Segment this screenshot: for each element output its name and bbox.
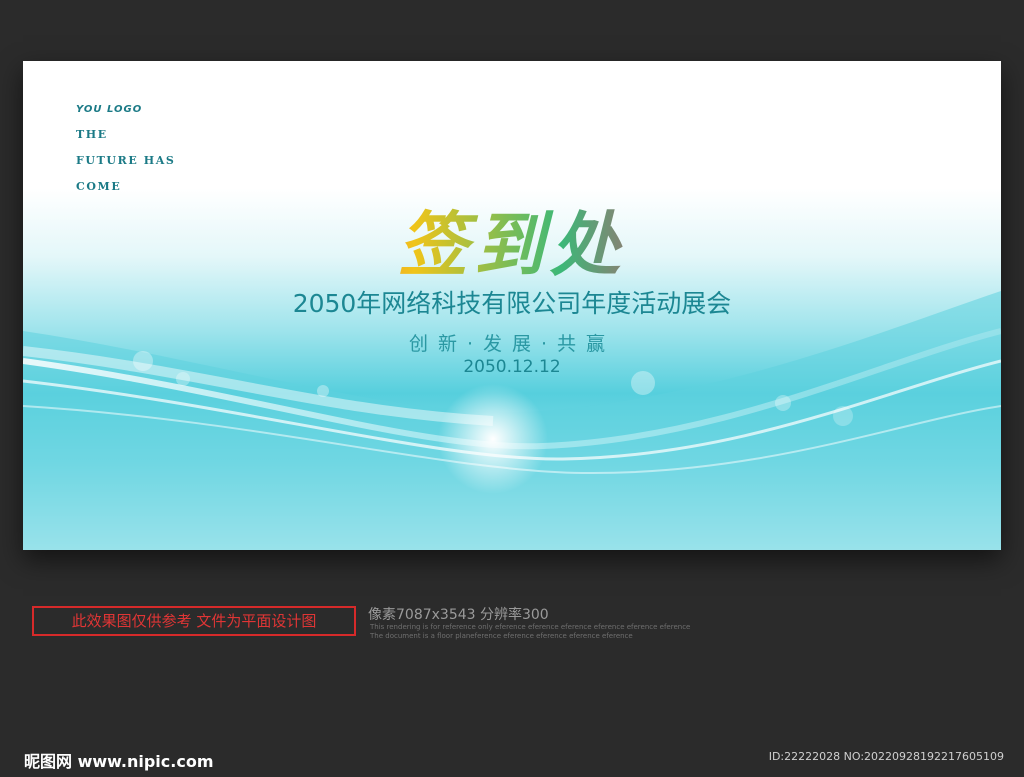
tagline-line-2: FUTURE HAS (76, 154, 176, 167)
event-date: 2050.12.12 (463, 357, 561, 377)
sign-in-title: 签到处 (23, 189, 1001, 290)
resolution-spec: 像素7087x3543 分辨率300 (368, 607, 549, 623)
tagline-line-1: THE (76, 128, 108, 141)
reference-notice: 此效果图仅供参考 文件为平面设计图 (32, 606, 356, 636)
slogan: 创新·发展·共赢 (408, 333, 616, 355)
site-watermark: 昵图网 www.nipic.com (24, 752, 214, 771)
fine-print-1: This rendering is for reference only efe… (370, 623, 691, 631)
company-name: 2050年网络科技有限公司年度活动展会 (292, 289, 732, 318)
banner-canvas: YOU LOGO THE FUTURE HAS COME 签到处 2050年网络… (23, 61, 1001, 550)
image-id: ID:22222028 NO:20220928192217605109 (768, 750, 1004, 763)
fine-print-2: The document is a floor planeference efe… (370, 632, 633, 640)
logo-text: YOU LOGO (76, 104, 143, 115)
